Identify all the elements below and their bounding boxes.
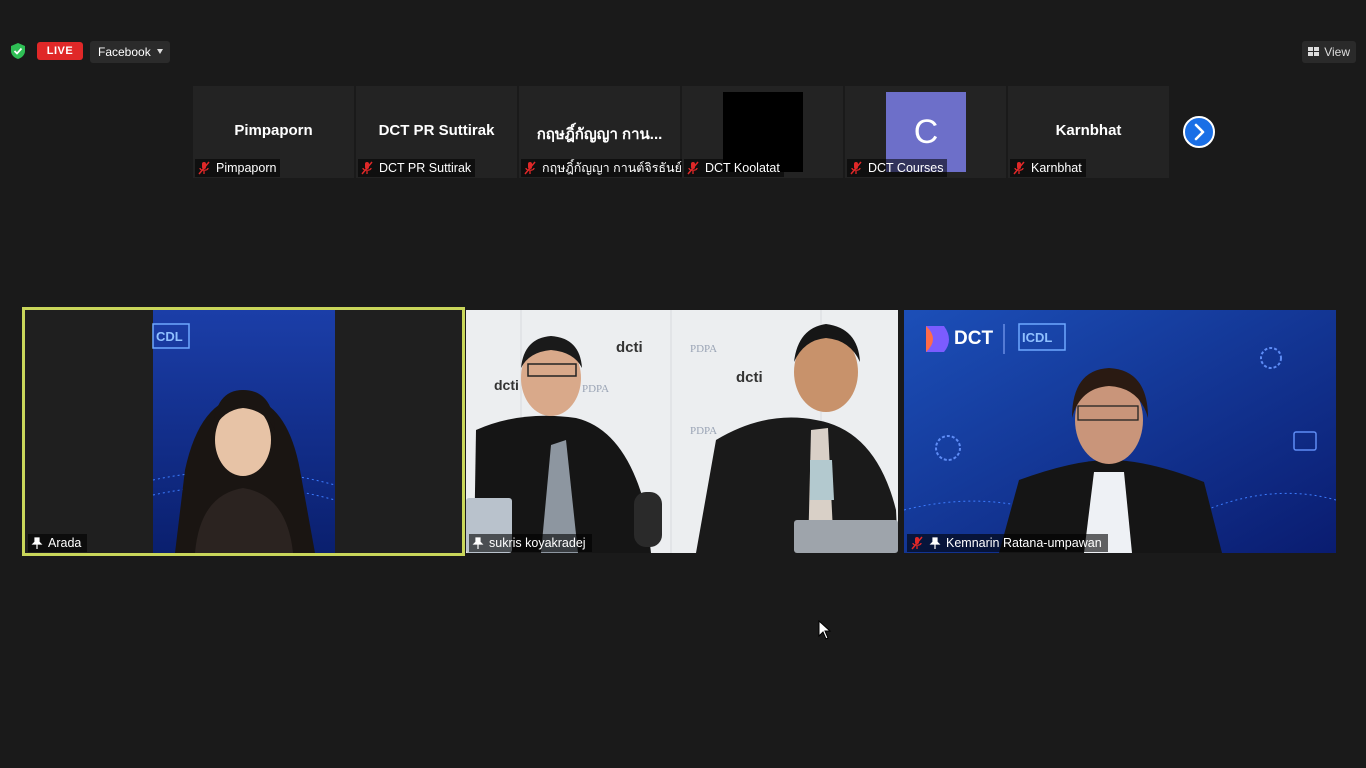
- participant-name: Karnbhat: [1031, 161, 1082, 175]
- participant-name-label: DCT PR Suttirak: [358, 159, 476, 177]
- chevron-right-icon: [1194, 123, 1205, 141]
- svg-text:DCT: DCT: [954, 328, 993, 349]
- participant-name: DCT Courses: [868, 161, 944, 175]
- svg-text:PDPA: PDPA: [690, 425, 717, 437]
- participant-name: DCT PR Suttirak: [379, 161, 472, 175]
- participant-name: Pimpaporn: [216, 161, 277, 175]
- mic-muted-icon: [687, 161, 699, 175]
- stream-target-label: Facebook: [98, 45, 151, 59]
- svg-text:dcti: dcti: [494, 377, 519, 393]
- shield-icon: [11, 43, 25, 59]
- speaker-video: CDL: [152, 310, 336, 553]
- speaker-name-label: sukris koyakradej: [469, 534, 592, 552]
- svg-text:CDL: CDL: [156, 329, 183, 344]
- top-bar: LIVE Facebook View: [0, 36, 1366, 66]
- grid-icon: [1308, 47, 1319, 56]
- participant-name-label: Karnbhat: [1010, 159, 1086, 177]
- speaker-name: sukris koyakradej: [489, 536, 586, 550]
- mic-muted-icon: [361, 161, 373, 175]
- participant-name-label: DCT Courses: [847, 159, 948, 177]
- pin-icon: [472, 536, 484, 549]
- participant-thumbnail[interactable]: C DCT Courses: [845, 86, 1006, 178]
- stream-target-dropdown[interactable]: Facebook: [90, 41, 170, 63]
- next-page-button[interactable]: [1183, 116, 1215, 148]
- svg-text:ICDL: ICDL: [1022, 330, 1052, 345]
- speaker-video: DCT ICDL: [904, 310, 1336, 553]
- svg-text:dcti: dcti: [616, 339, 643, 356]
- participant-display-name: DCT PR Suttirak: [378, 122, 495, 139]
- participant-name: DCT Koolatat: [705, 161, 780, 175]
- participant-thumbnail[interactable]: DCT Koolatat: [682, 86, 843, 178]
- speaker-tile[interactable]: DCT ICDL Kemnarin Ratana-umpawan: [904, 310, 1336, 553]
- speaker-name-label: Arada: [28, 534, 88, 552]
- svg-text:dcti: dcti: [736, 369, 763, 386]
- view-button[interactable]: View: [1302, 41, 1356, 63]
- svg-text:PDPA: PDPA: [690, 343, 717, 355]
- speaker-name-label: Kemnarin Ratana-umpawan: [907, 534, 1108, 552]
- participant-name-label: กฤษฎิ์กัญญา กานต์จิรธันย์: [521, 159, 682, 177]
- participant-thumbnail[interactable]: Karnbhat Karnbhat: [1008, 86, 1169, 178]
- participant-thumbnail[interactable]: กฤษฎิ์กัญญา กาน... กฤษฎิ์กัญญา กานต์จิรธ…: [519, 86, 682, 178]
- caret-down-icon: [157, 49, 163, 54]
- svg-text:PDPA: PDPA: [582, 383, 609, 395]
- mic-muted-icon: [911, 536, 923, 550]
- participant-display-name: กฤษฎิ์กัญญา กาน...: [536, 126, 663, 143]
- mic-muted-icon: [850, 161, 862, 175]
- speaker-name: Arada: [48, 536, 82, 550]
- view-label: View: [1324, 45, 1350, 59]
- mic-muted-icon: [1013, 161, 1025, 175]
- speaker-tile[interactable]: CDL Arada: [22, 307, 465, 556]
- speaker-tile[interactable]: dcti dcti dcti PDPA PDPA PDPA sukris koy…: [466, 310, 898, 553]
- speaker-name: Kemnarin Ratana-umpawan: [946, 536, 1102, 550]
- participant-name-label: Pimpaporn: [195, 159, 281, 177]
- participant-name-label: DCT Koolatat: [684, 159, 784, 177]
- mouse-cursor-icon: [818, 620, 832, 640]
- participant-thumbnail[interactable]: Pimpaporn Pimpaporn: [193, 86, 354, 178]
- live-badge: LIVE: [37, 42, 83, 60]
- speaker-video: dcti dcti dcti PDPA PDPA PDPA: [466, 310, 898, 553]
- pin-icon: [929, 536, 941, 549]
- mic-muted-icon: [198, 161, 210, 175]
- participant-display-name: Pimpaporn: [234, 122, 313, 139]
- participant-display-name: Karnbhat: [1055, 122, 1122, 139]
- participant-name: กฤษฎิ์กัญญา กานต์จิรธันย์: [542, 161, 682, 175]
- mic-muted-icon: [524, 161, 536, 175]
- pin-icon: [31, 536, 43, 549]
- participant-thumbnail[interactable]: DCT PR Suttirak DCT PR Suttirak: [356, 86, 517, 178]
